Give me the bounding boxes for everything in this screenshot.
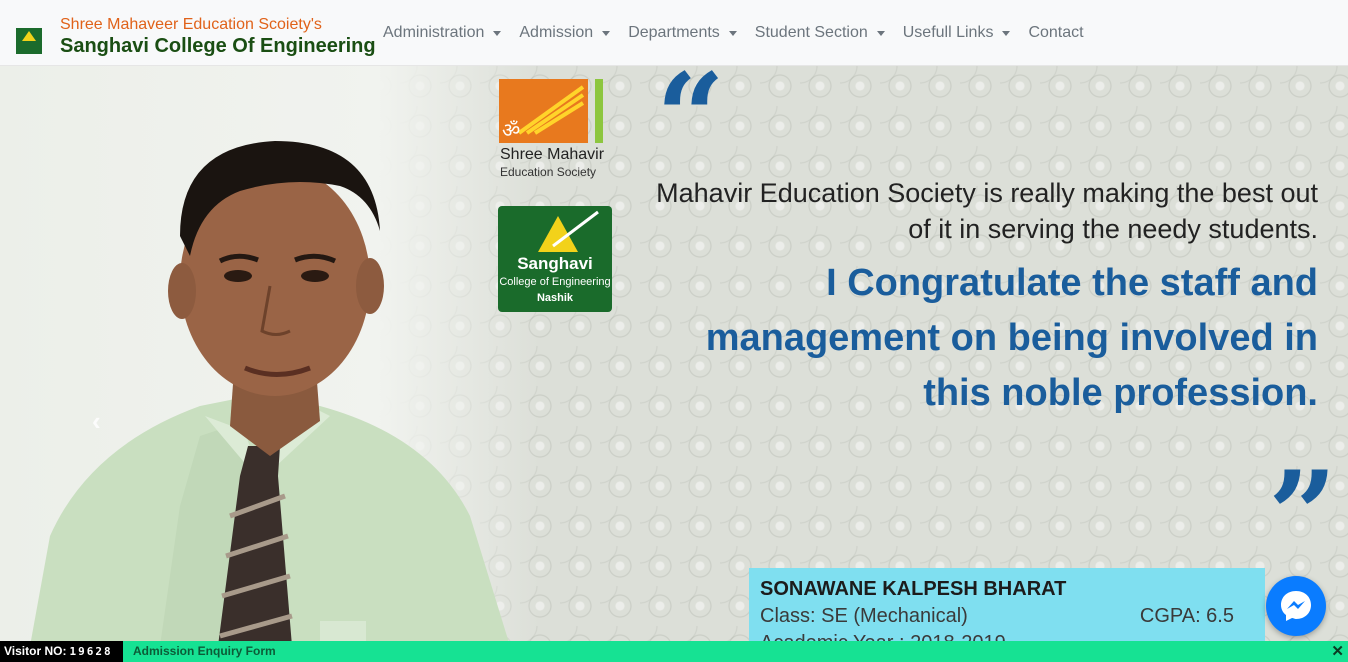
admission-enquiry-link[interactable]: Admission Enquiry Form xyxy=(133,641,276,662)
caret-down-icon xyxy=(728,30,737,36)
close-quote-icon: ” xyxy=(1268,445,1338,586)
student-details: Class: SE (Mechanical) CGPA: 6.5 xyxy=(760,605,1234,628)
caret-down-icon xyxy=(876,30,885,36)
chevron-left-icon[interactable]: ‹ xyxy=(92,406,101,437)
messenger-chat-button[interactable] xyxy=(1266,576,1326,636)
nav-item-usefull-links[interactable]: Usefull Links xyxy=(903,22,1011,44)
college-logo xyxy=(14,19,44,55)
sanghavi-logo: Sanghavi College of Engineering Nashik xyxy=(498,206,612,312)
nav-item-administration[interactable]: Administration xyxy=(383,22,502,44)
nav-label: Administration xyxy=(383,24,485,41)
nav-item-admission[interactable]: Admission xyxy=(519,22,611,44)
quote-text: of it in serving the needy students. xyxy=(908,214,1318,244)
open-quote-icon: “ xyxy=(656,66,726,188)
student-year: Academic Year : 2018-2019 xyxy=(760,632,1254,641)
logo-text: College of Engineering xyxy=(499,276,611,288)
caret-down-icon xyxy=(602,30,611,36)
student-cgpa: CGPA: 6.5 xyxy=(1139,605,1234,627)
navbar: Shree Mahaveer Education Scoiety's Sangh… xyxy=(0,0,1348,66)
nav-item-departments[interactable]: Departments xyxy=(628,22,737,44)
student-name: SONAWANE KALPESH BHARAT xyxy=(760,578,1067,600)
quote-highlight-line: management on being involved in xyxy=(705,317,1318,359)
student-photo xyxy=(30,141,509,641)
nav-item-student-section[interactable]: Student Section xyxy=(755,22,885,44)
nav-menu: Administration Admission Departments Stu… xyxy=(383,22,1102,44)
quote-text: Mahavir Education Society is really maki… xyxy=(656,178,1318,208)
shree-mahavir-logo: ॐ Shree Mahavir Education Society xyxy=(499,79,611,179)
caret-down-icon xyxy=(1002,30,1011,36)
nav-label: Contact xyxy=(1028,24,1084,41)
quote-highlight-line: I Congratulate the staff and xyxy=(826,262,1318,304)
brand[interactable]: Shree Mahaveer Education Scoiety's Sangh… xyxy=(14,16,376,58)
brand-title: Sanghavi College Of Engineering xyxy=(60,35,376,57)
nav-item-contact[interactable]: Contact xyxy=(1028,22,1083,44)
logo-text: Shree Mahavir xyxy=(500,146,605,163)
visitor-counter: Visitor NO: 19628 xyxy=(0,641,123,662)
logo-text: Nashik xyxy=(536,292,574,304)
logo-text: Education Society xyxy=(500,165,597,179)
logo-text: Sanghavi xyxy=(517,254,593,273)
brand-text: Shree Mahaveer Education Scoiety's Sangh… xyxy=(60,16,376,58)
messenger-icon xyxy=(1281,591,1311,621)
bottom-bar: Visitor NO: 19628 Admission Enquiry Form … xyxy=(0,641,1348,662)
close-icon[interactable]: ✕ xyxy=(1331,641,1344,662)
caret-down-icon xyxy=(493,30,502,36)
svg-text:ॐ: ॐ xyxy=(502,118,520,142)
quote-highlight-line: this noble profession. xyxy=(923,372,1318,414)
nav-label: Usefull Links xyxy=(902,24,994,41)
visitor-label: Visitor NO: xyxy=(4,644,67,658)
brand-subtitle: Shree Mahaveer Education Scoiety's xyxy=(60,16,322,33)
quote-highlight: I Congratulate the staff and management … xyxy=(706,256,1318,421)
nav-label: Student Section xyxy=(754,24,868,41)
student-info-card: SONAWANE KALPESH BHARAT Class: SE (Mecha… xyxy=(749,568,1265,641)
nav-label: Departments xyxy=(628,24,720,41)
hero-carousel: ‹ ॐ Shree Mahavir Education Society Sang… xyxy=(0,66,1348,641)
visitor-count: 19628 xyxy=(69,645,113,658)
student-class: Class: SE (Mechanical) xyxy=(760,605,968,627)
nav-label: Admission xyxy=(519,24,594,41)
